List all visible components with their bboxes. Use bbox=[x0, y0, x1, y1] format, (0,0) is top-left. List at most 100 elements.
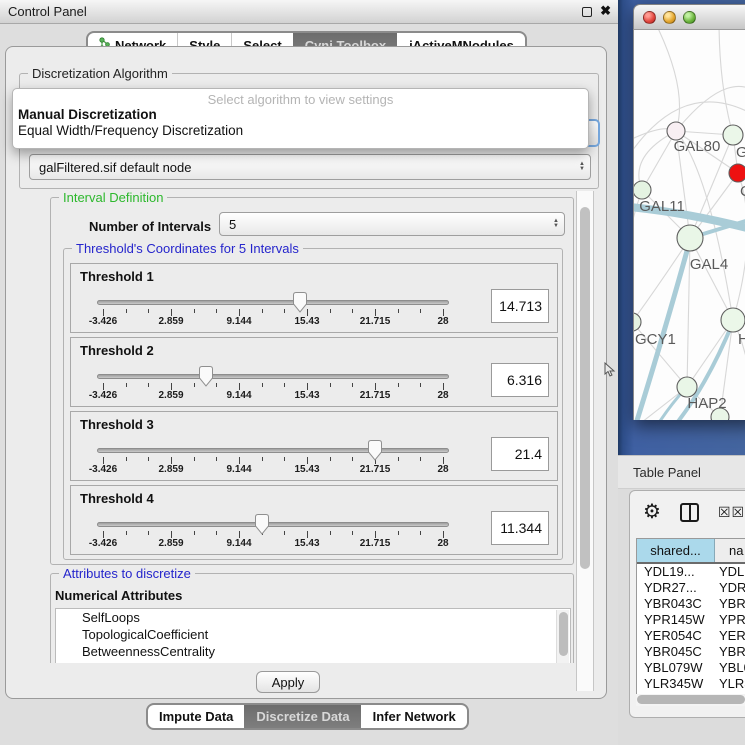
slider-tick bbox=[330, 383, 331, 387]
slider-tick bbox=[171, 457, 172, 464]
table-row[interactable]: YBL079WYBL0 bbox=[637, 660, 745, 676]
threshold-3-value-field[interactable]: 21.4 bbox=[491, 437, 549, 471]
interval-definition-label: Interval Definition bbox=[59, 191, 167, 205]
slider-tick bbox=[194, 457, 195, 461]
table-row[interactable]: YPR145WYPR1 bbox=[637, 612, 745, 628]
svg-text:H: H bbox=[738, 331, 745, 348]
threshold-4-slider-track[interactable] bbox=[97, 522, 449, 527]
slider-tick bbox=[148, 383, 149, 387]
zoom-traffic-light-icon[interactable] bbox=[683, 11, 696, 24]
slider-tick bbox=[103, 531, 104, 538]
threshold-panel-4: Threshold 4-3.4262.8599.14415.4321.71528… bbox=[70, 485, 558, 555]
node-table[interactable]: shared...na YDL19...YDL1YDR27...YDR2YBR0… bbox=[636, 538, 745, 701]
table-row[interactable]: YBR043CYBR0 bbox=[637, 596, 745, 612]
svg-text:HAP2: HAP2 bbox=[687, 395, 726, 412]
slider-tick bbox=[126, 383, 127, 387]
slider-tick bbox=[375, 383, 376, 390]
slider-tick bbox=[284, 383, 285, 387]
table-cell: YPR1 bbox=[715, 612, 745, 628]
network-view-window[interactable]: GAL80GACGAL11GAL4GCY1HHAP2 bbox=[633, 4, 745, 420]
slider-tick-label: 9.144 bbox=[216, 390, 262, 401]
slider-tick bbox=[443, 531, 444, 538]
slider-tick bbox=[284, 457, 285, 461]
slider-tick-label: 28 bbox=[420, 390, 466, 401]
threshold-4-slider-handle[interactable] bbox=[253, 513, 271, 541]
slider-tick bbox=[148, 457, 149, 461]
attribute-item[interactable]: TopologicalCoefficient bbox=[56, 626, 570, 643]
svg-text:GCY1: GCY1 bbox=[635, 331, 676, 348]
cyni-toolbox-pane: Discretization Algorithm ▲▼ Select algor… bbox=[5, 46, 607, 699]
mouse-cursor bbox=[604, 362, 616, 378]
table-panel-title: Table Panel bbox=[633, 465, 701, 480]
threshold-2-value-field[interactable]: 6.316 bbox=[491, 363, 549, 397]
slider-tick bbox=[239, 309, 240, 316]
table-row[interactable]: YER054CYER0 bbox=[637, 628, 745, 644]
split-columns-icon[interactable] bbox=[680, 503, 699, 522]
threshold-2-slider-handle[interactable] bbox=[197, 365, 215, 393]
table-horizontal-scrollbar[interactable] bbox=[636, 694, 745, 706]
scrollbar-thumb[interactable] bbox=[580, 207, 590, 569]
attribute-items: SelfLoopsTopologicalCoefficientBetweenne… bbox=[56, 609, 570, 660]
attributes-group-label: Attributes to discretize bbox=[59, 566, 195, 581]
column-header-1[interactable]: shared... bbox=[637, 539, 715, 562]
table-cell: YER054C bbox=[637, 628, 715, 644]
settings-scrollbar[interactable] bbox=[576, 191, 594, 691]
slider-tick bbox=[284, 531, 285, 535]
minimize-traffic-light-icon[interactable] bbox=[663, 11, 676, 24]
threshold-panel-1: Threshold 1-3.4262.8599.14415.4321.71528… bbox=[70, 263, 558, 333]
attributes-scrollbar[interactable] bbox=[556, 610, 569, 663]
slider-tick bbox=[443, 383, 444, 390]
mode-tab-impute-data[interactable]: Impute Data bbox=[148, 705, 244, 728]
table-row[interactable]: YDL19...YDL1 bbox=[637, 564, 745, 580]
numerical-attributes-list[interactable]: SelfLoopsTopologicalCoefficientBetweenne… bbox=[55, 608, 571, 663]
slider-tick-label: 9.144 bbox=[216, 316, 262, 327]
scrollbar-thumb[interactable] bbox=[637, 695, 745, 704]
slider-tick-label: 9.144 bbox=[216, 464, 262, 475]
threshold-2-slider-track[interactable] bbox=[97, 374, 449, 379]
table-row[interactable]: YBR045CYBR0 bbox=[637, 644, 745, 660]
mode-tab-infer-network[interactable]: Infer Network bbox=[361, 705, 467, 728]
threshold-3-slider-track[interactable] bbox=[97, 448, 449, 453]
slider-tick-label: -3.426 bbox=[80, 538, 126, 549]
network-window-titlebar bbox=[633, 4, 745, 30]
table-cell: YBR0 bbox=[715, 596, 745, 612]
threshold-1-slider-handle[interactable] bbox=[291, 291, 309, 319]
gear-icon[interactable]: ⚙ bbox=[643, 499, 661, 524]
num-intervals-combo[interactable]: 5 ▲▼ bbox=[219, 212, 565, 236]
network-canvas[interactable]: GAL80GACGAL11GAL4GCY1HHAP2 bbox=[633, 30, 745, 420]
slider-tick-label: 28 bbox=[420, 538, 466, 549]
attribute-item[interactable]: SelfLoops bbox=[56, 609, 570, 626]
num-intervals-label: Number of Intervals bbox=[89, 219, 211, 234]
slider-tick bbox=[352, 383, 353, 387]
threshold-panel-3: Threshold 3-3.4262.8599.14415.4321.71528… bbox=[70, 411, 558, 481]
checkbox-icons[interactable]: ☒☒ bbox=[718, 504, 745, 521]
attributes-group: Attributes to discretize Numerical Attri… bbox=[50, 573, 574, 663]
slider-tick bbox=[103, 309, 104, 316]
attribute-item[interactable]: BetweennessCentrality bbox=[56, 643, 570, 660]
float-window-icon[interactable] bbox=[582, 7, 592, 17]
algorithm-option[interactable]: Manual Discretization bbox=[13, 107, 588, 123]
slider-tick-label: 28 bbox=[420, 316, 466, 327]
scrollbar-thumb[interactable] bbox=[559, 612, 568, 656]
apply-button[interactable]: Apply bbox=[256, 671, 320, 693]
slider-tick-label: 15.43 bbox=[284, 390, 330, 401]
threshold-1-slider-track[interactable] bbox=[97, 300, 449, 305]
mode-tab-discretize-data[interactable]: Discretize Data bbox=[244, 705, 360, 728]
slider-tick bbox=[398, 531, 399, 535]
close-icon[interactable]: ✖ bbox=[600, 3, 611, 19]
threshold-3-slider-handle[interactable] bbox=[366, 439, 384, 467]
slider-tick bbox=[420, 383, 421, 387]
close-traffic-light-icon[interactable] bbox=[643, 11, 656, 24]
desktop-background: GAL80GACGAL11GAL4GCY1HHAP2 bbox=[618, 0, 745, 455]
table-row[interactable]: YDR27...YDR2 bbox=[637, 580, 745, 596]
slider-tick-label: 2.859 bbox=[148, 390, 194, 401]
slider-tick-label: 15.43 bbox=[284, 464, 330, 475]
table-row[interactable]: YLR345WYLR3 bbox=[637, 676, 745, 692]
slider-tick bbox=[398, 309, 399, 313]
slider-tick bbox=[375, 531, 376, 538]
threshold-4-value-field[interactable]: 11.344 bbox=[491, 511, 549, 545]
threshold-1-value-field[interactable]: 14.713 bbox=[491, 289, 549, 323]
table-data-combo[interactable]: galFiltered.sif default node ▲▼ bbox=[29, 154, 591, 180]
algorithm-option[interactable]: Equal Width/Frequency Discretization bbox=[13, 123, 588, 139]
column-header-2[interactable]: na bbox=[715, 539, 745, 562]
